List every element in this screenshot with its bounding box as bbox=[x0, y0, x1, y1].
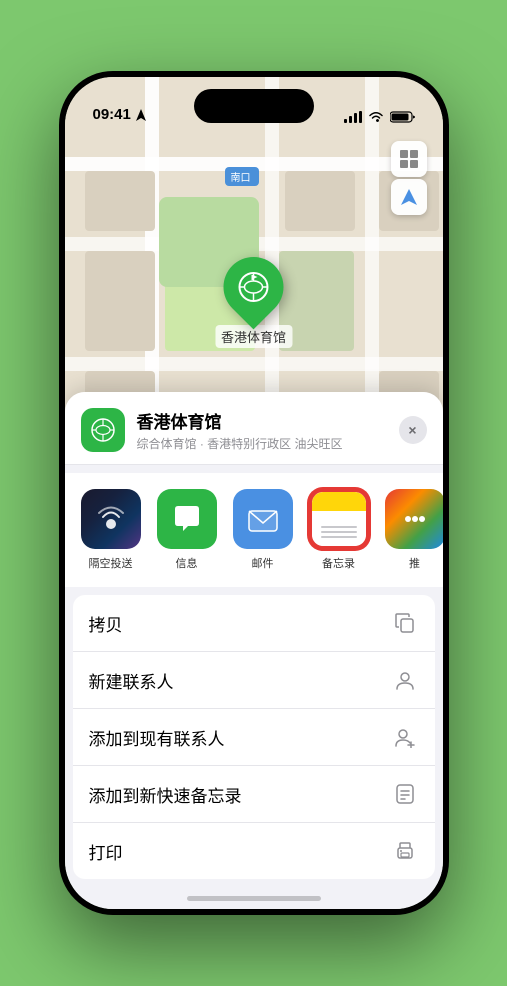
map-type-icon bbox=[399, 149, 419, 169]
more-dots-symbol bbox=[400, 504, 430, 534]
action-new-contact[interactable]: 新建联系人 bbox=[73, 652, 435, 709]
action-add-notes[interactable]: 添加到新快速备忘录 bbox=[73, 766, 435, 823]
dynamic-island bbox=[194, 89, 314, 123]
bottom-sheet: 香港体育馆 综合体育馆 · 香港特别行政区 油尖旺区 × 隔空投送 bbox=[65, 392, 443, 909]
signal-bars-icon bbox=[344, 111, 362, 123]
close-button[interactable]: × bbox=[399, 416, 427, 444]
mail-label: 邮件 bbox=[252, 555, 274, 571]
location-header: 香港体育馆 综合体育馆 · 香港特别行政区 油尖旺区 × bbox=[65, 392, 443, 465]
status-time: 09:41 bbox=[93, 106, 146, 123]
stadium-marker: 香港体育馆 bbox=[215, 257, 292, 348]
copy-symbol bbox=[394, 612, 416, 634]
action-print[interactable]: 打印 bbox=[73, 823, 435, 879]
add-notes-label: 添加到新快速备忘录 bbox=[89, 782, 242, 807]
print-symbol bbox=[394, 840, 416, 862]
new-contact-icon bbox=[391, 666, 419, 694]
mail-symbol bbox=[245, 501, 281, 537]
home-indicator bbox=[187, 896, 321, 901]
more-label: 推 bbox=[409, 555, 420, 571]
airdrop-symbol bbox=[94, 502, 128, 536]
action-copy[interactable]: 拷贝 bbox=[73, 595, 435, 652]
location-button[interactable] bbox=[391, 179, 427, 215]
add-existing-label: 添加到现有联系人 bbox=[89, 725, 225, 750]
location-subtitle: 综合体育馆 · 香港特别行政区 油尖旺区 bbox=[137, 435, 387, 452]
mail-icon bbox=[233, 489, 293, 549]
location-logo-icon bbox=[89, 416, 117, 444]
note-symbol bbox=[394, 783, 416, 805]
stadium-icon bbox=[235, 269, 271, 305]
location-arrow-icon bbox=[136, 109, 146, 121]
status-icons bbox=[344, 111, 415, 123]
location-arrow-icon bbox=[400, 188, 418, 206]
print-icon bbox=[391, 837, 419, 865]
copy-label: 拷贝 bbox=[89, 611, 123, 636]
stadium-pin bbox=[211, 245, 296, 330]
share-airdrop[interactable]: 隔空投送 bbox=[81, 489, 141, 571]
airdrop-icon bbox=[81, 489, 141, 549]
copy-icon bbox=[391, 609, 419, 637]
south-gate-label: 南口 bbox=[225, 167, 259, 186]
location-name: 香港体育馆 bbox=[137, 408, 387, 433]
action-add-existing[interactable]: 添加到现有联系人 bbox=[73, 709, 435, 766]
more-icon bbox=[385, 489, 443, 549]
notes-inner bbox=[312, 492, 366, 546]
airdrop-label: 隔空投送 bbox=[89, 555, 133, 571]
notes-icon bbox=[309, 489, 369, 549]
share-row: 隔空投送 信息 bbox=[65, 473, 443, 587]
share-message[interactable]: 信息 bbox=[157, 489, 217, 571]
add-notes-icon bbox=[391, 780, 419, 808]
battery-icon bbox=[390, 111, 415, 123]
add-existing-icon bbox=[391, 723, 419, 751]
message-icon bbox=[157, 489, 217, 549]
print-label: 打印 bbox=[89, 839, 123, 864]
map-controls[interactable] bbox=[391, 141, 427, 215]
phone-frame: 09:41 bbox=[59, 71, 449, 915]
phone-screen: 09:41 bbox=[65, 77, 443, 909]
person-symbol bbox=[394, 669, 416, 691]
location-info: 香港体育馆 综合体育馆 · 香港特别行政区 油尖旺区 bbox=[137, 408, 387, 452]
wifi-icon bbox=[368, 111, 384, 123]
new-contact-label: 新建联系人 bbox=[89, 668, 174, 693]
message-label: 信息 bbox=[176, 555, 198, 571]
message-symbol bbox=[169, 501, 205, 537]
share-mail[interactable]: 邮件 bbox=[233, 489, 293, 571]
share-more[interactable]: 推 bbox=[385, 489, 443, 571]
notes-label: 备忘录 bbox=[322, 555, 355, 571]
location-logo bbox=[81, 408, 125, 452]
map-type-button[interactable] bbox=[391, 141, 427, 177]
share-notes[interactable]: 备忘录 bbox=[309, 489, 369, 571]
person-plus-symbol bbox=[394, 726, 416, 748]
action-list: 拷贝 新建联系人 bbox=[73, 595, 435, 879]
